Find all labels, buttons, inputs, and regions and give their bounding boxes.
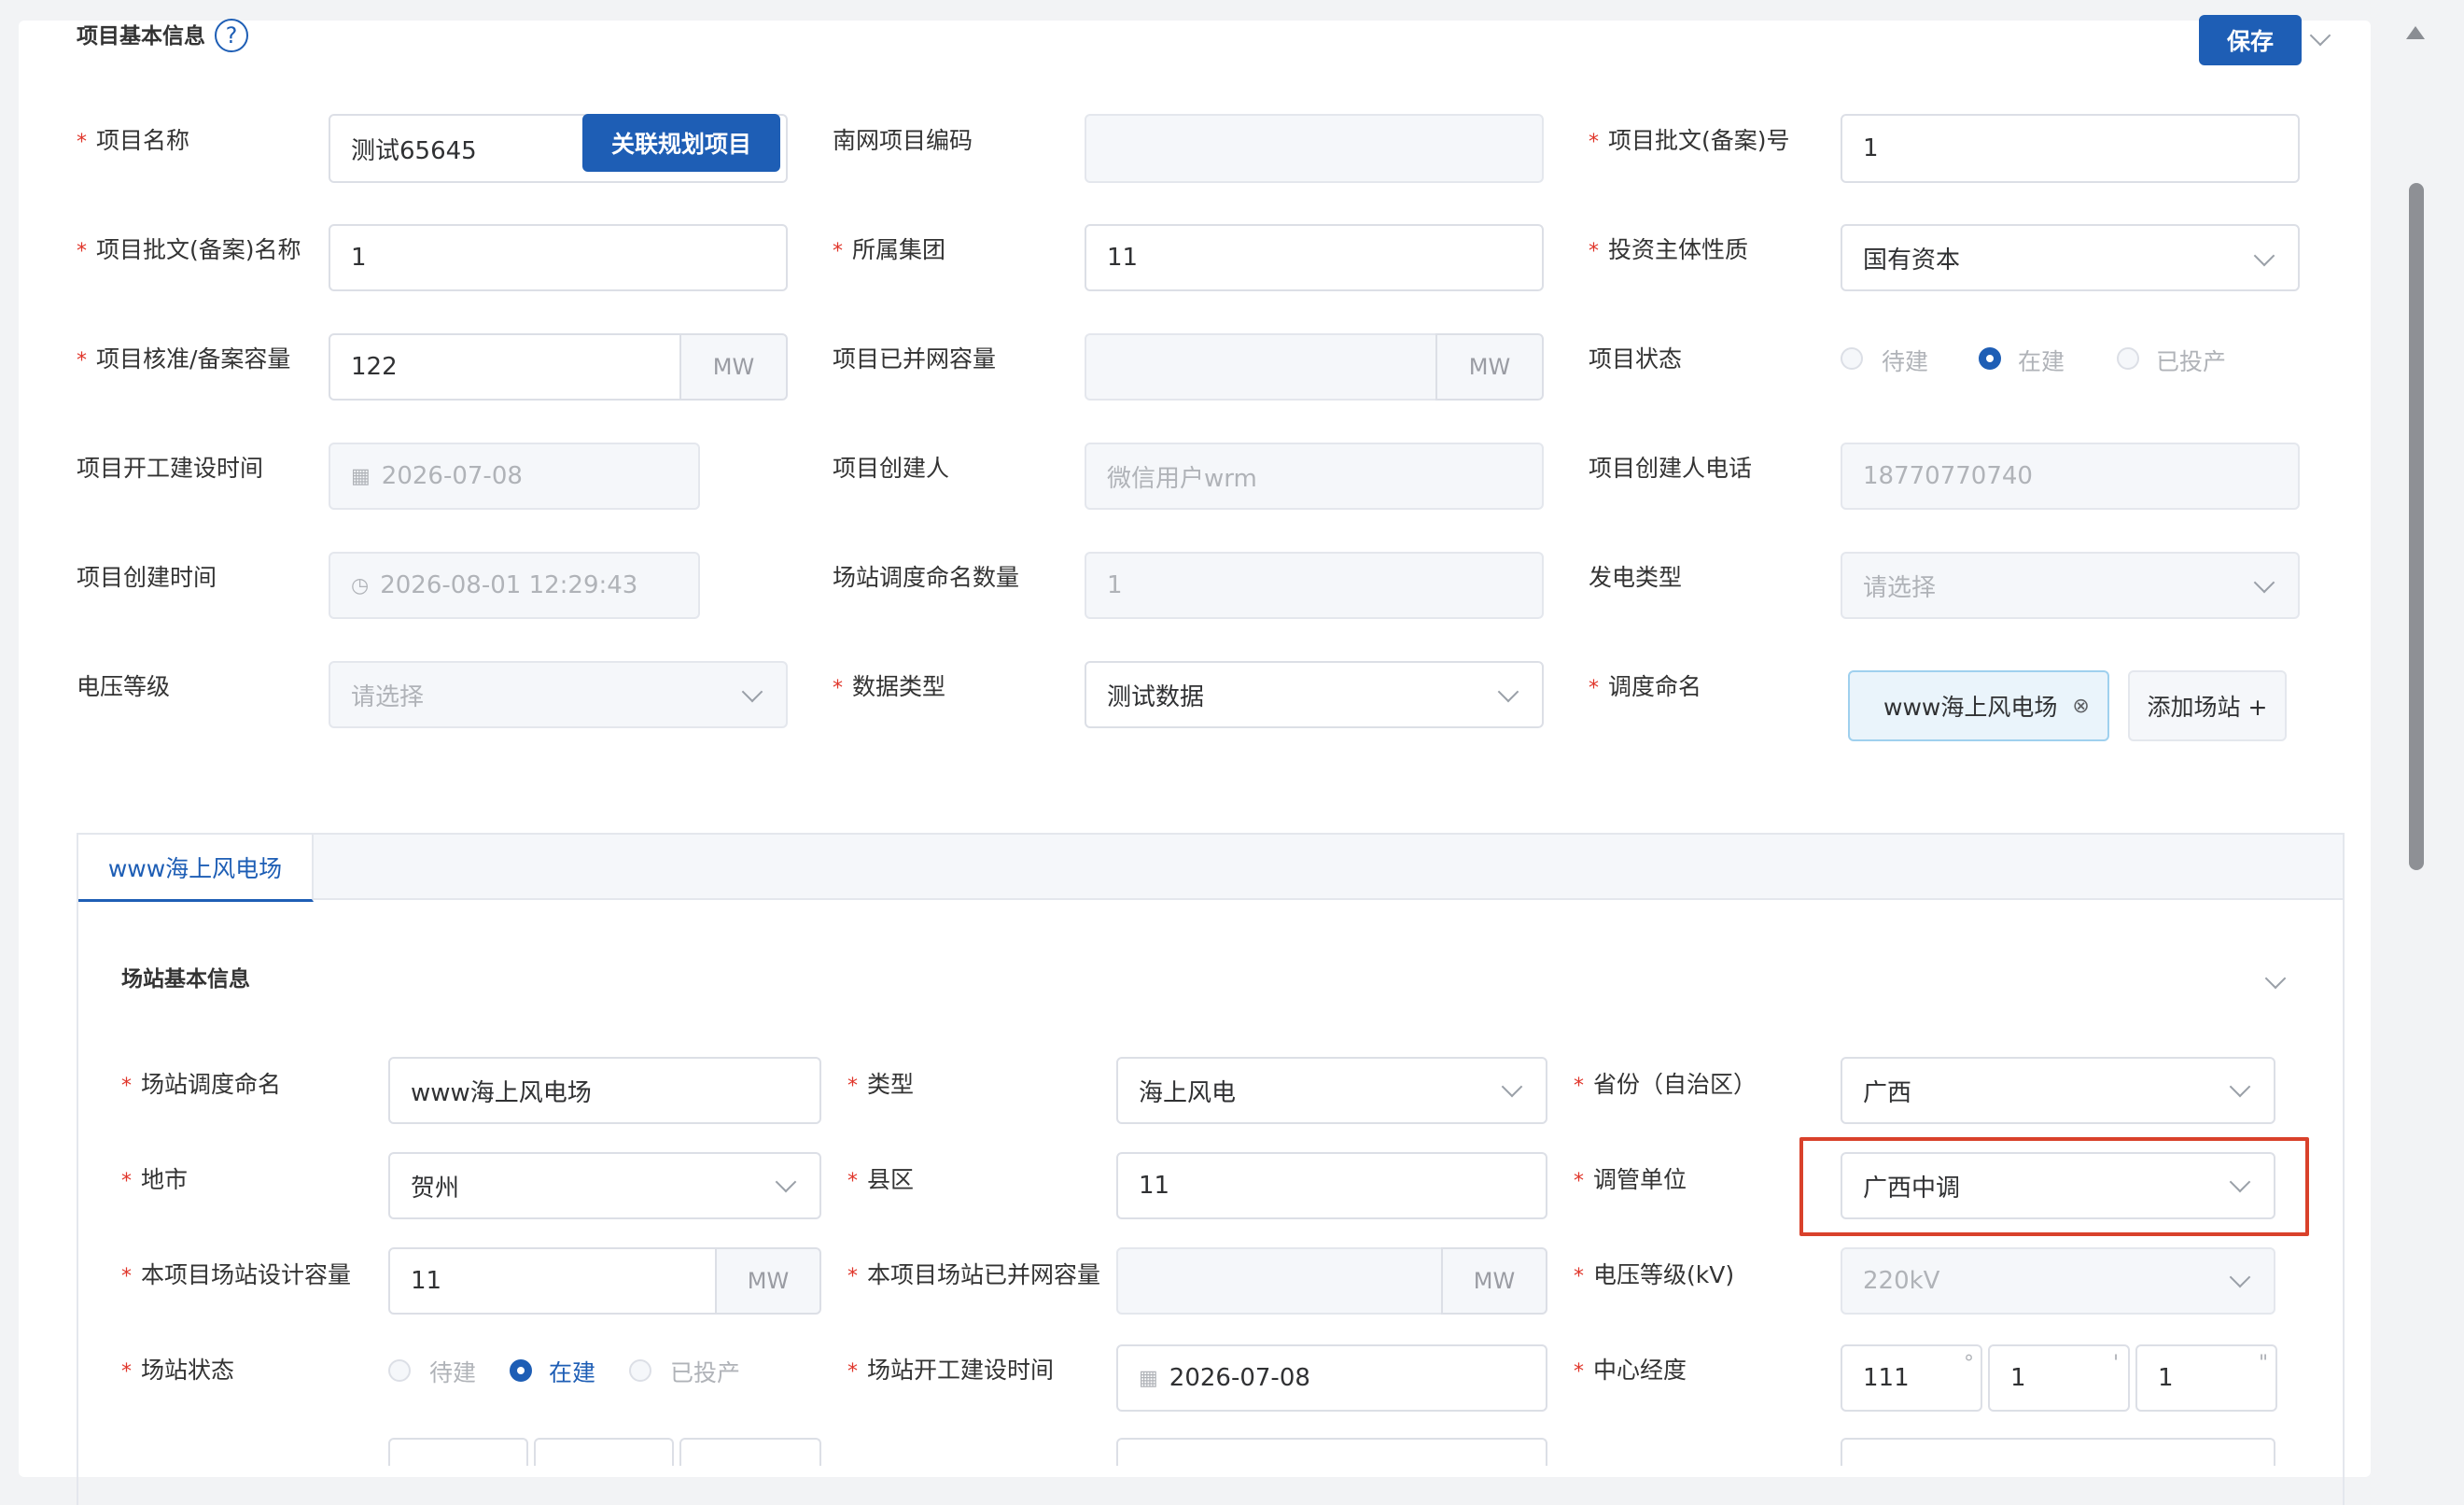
- longitude-sec-input[interactable]: 1: [2135, 1344, 2277, 1412]
- creator-phone-label: 项目创建人电话: [1589, 455, 1753, 482]
- capacity-label: * 项目核准/备案容量: [77, 345, 291, 373]
- status-label-pending: 待建: [1882, 348, 1929, 375]
- station-start-time-label: * 场站开工建设时间: [847, 1357, 1055, 1384]
- close-circle-icon[interactable]: ⊗: [2072, 695, 2089, 718]
- project-name-label: * 项目名称: [77, 127, 190, 154]
- approval-name-label: * 项目批文(备案)名称: [77, 236, 301, 263]
- station-status-label: * 场站状态: [121, 1357, 235, 1384]
- station-grid-capacity-unit: MW: [1441, 1247, 1547, 1315]
- status-radio-operating: [2117, 347, 2139, 370]
- capacity-input[interactable]: 122: [329, 333, 681, 401]
- section-title-project: 项目基本信息: [77, 24, 205, 49]
- start-time-input: ▦ 2026-07-08: [329, 443, 700, 510]
- gen-type-select: 请选择: [1841, 552, 2300, 619]
- gen-type-label: 发电类型: [1589, 564, 1683, 591]
- grid-capacity-input: [1085, 333, 1437, 401]
- station-type-select[interactable]: 海上风电: [1116, 1057, 1547, 1124]
- station-status-radio-operating[interactable]: [629, 1359, 651, 1382]
- approval-name-input[interactable]: 1: [329, 224, 788, 291]
- station-grid-capacity-input: [1116, 1247, 1443, 1315]
- county-label: * 县区: [847, 1166, 915, 1193]
- group-label: * 所属集团: [833, 236, 946, 263]
- creator-phone-input: 18770770740: [1841, 443, 2300, 510]
- data-type-select[interactable]: 测试数据: [1085, 661, 1544, 728]
- voltage-label: 电压等级: [77, 673, 171, 700]
- approval-no-label: * 项目批文(备案)号: [1589, 127, 1790, 154]
- station-voltage-select: 220kV: [1841, 1247, 2275, 1315]
- station-voltage-label: * 电压等级(kV): [1574, 1261, 1735, 1288]
- project-status-label: 项目状态: [1589, 345, 1683, 373]
- city-select[interactable]: 贺州: [388, 1152, 821, 1219]
- design-capacity-label: * 本项目场站设计容量: [121, 1261, 352, 1288]
- control-unit-label: * 调管单位: [1574, 1166, 1687, 1193]
- clock-icon: ◷: [351, 573, 370, 598]
- status-label-building: 在建: [2018, 348, 2065, 375]
- station-status-radio-building[interactable]: [510, 1359, 532, 1382]
- voltage-select: 请选择: [329, 661, 788, 728]
- station-start-time-input[interactable]: ▦ 2026-07-08: [1116, 1344, 1547, 1412]
- county-input[interactable]: 11: [1116, 1152, 1547, 1219]
- station-dispatch-name-label: * 场站调度命名: [121, 1071, 282, 1098]
- station-count-label: 场站调度命名数量: [833, 564, 1020, 591]
- grid-capacity-unit: MW: [1435, 333, 1544, 401]
- group-input[interactable]: 11: [1085, 224, 1544, 291]
- approval-no-input[interactable]: 1: [1841, 114, 2300, 183]
- nanwang-code-label: 南网项目编码: [833, 127, 973, 154]
- minute-mark: ': [2113, 1352, 2120, 1375]
- status-radio-building: [1979, 347, 2001, 370]
- station-dispatch-name-input[interactable]: www海上风电场: [388, 1057, 821, 1124]
- station-status-label-operating: 已投产: [670, 1359, 741, 1386]
- longitude-deg-input[interactable]: 111: [1841, 1344, 1982, 1412]
- province-select[interactable]: 广西: [1841, 1057, 2275, 1124]
- dispatch-name-label: * 调度命名: [1589, 673, 1702, 700]
- next-row-input[interactable]: [1841, 1438, 2275, 1466]
- help-icon[interactable]: ?: [215, 19, 248, 52]
- grid-capacity-label: 项目已并网容量: [833, 345, 997, 373]
- second-mark: ": [2259, 1352, 2269, 1375]
- start-time-label: 项目开工建设时间: [77, 455, 264, 482]
- scrollbar-thumb[interactable]: [2409, 183, 2424, 870]
- design-capacity-input[interactable]: 11: [388, 1247, 717, 1315]
- calendar-icon: ▦: [1139, 1366, 1158, 1390]
- creator-label: 项目创建人: [833, 455, 950, 482]
- degree-mark: °: [1964, 1352, 1974, 1375]
- save-button[interactable]: 保存: [2199, 15, 2302, 65]
- highlight-box: [1799, 1137, 2309, 1236]
- station-count-input: 1: [1085, 552, 1544, 619]
- nanwang-code-input: [1085, 114, 1544, 183]
- data-type-label: * 数据类型: [833, 673, 946, 700]
- next-row-input[interactable]: [679, 1438, 821, 1466]
- add-station-button[interactable]: 添加场站 +: [2128, 670, 2287, 741]
- station-type-label: * 类型: [847, 1071, 915, 1098]
- calendar-icon: ▦: [351, 464, 371, 488]
- status-label-operating: 已投产: [2156, 348, 2227, 375]
- section-title-station: 场站基本信息: [121, 967, 250, 992]
- province-label: * 省份（自治区）: [1574, 1071, 1757, 1098]
- station-status-radio-pending[interactable]: [388, 1359, 411, 1382]
- tabs-header: [78, 835, 2343, 900]
- next-row-input[interactable]: [1116, 1438, 1547, 1466]
- station-grid-capacity-label: * 本项目场站已并网容量: [847, 1261, 1101, 1288]
- status-radio-pending: [1841, 347, 1863, 370]
- dispatch-name-tag[interactable]: www海上风电场 ⊗: [1848, 670, 2109, 741]
- longitude-label: * 中心经度: [1574, 1357, 1687, 1384]
- station-status-label-pending: 待建: [429, 1359, 477, 1386]
- design-capacity-unit: MW: [715, 1247, 821, 1315]
- create-time-label: 项目创建时间: [77, 564, 217, 591]
- invest-nature-select[interactable]: 国有资本: [1841, 224, 2300, 291]
- tab-station[interactable]: www海上风电场: [78, 835, 314, 902]
- creator-input: 微信用户wrm: [1085, 443, 1544, 510]
- station-status-label-building: 在建: [549, 1359, 596, 1386]
- link-plan-project-button[interactable]: 关联规划项目: [582, 114, 780, 172]
- city-label: * 地市: [121, 1166, 189, 1193]
- next-row-input[interactable]: [534, 1438, 674, 1466]
- create-time-input: ◷ 2026-08-01 12:29:43: [329, 552, 700, 619]
- scroll-up-arrow-icon[interactable]: [2406, 26, 2425, 39]
- longitude-min-input[interactable]: 1: [1988, 1344, 2130, 1412]
- capacity-unit: MW: [679, 333, 788, 401]
- invest-nature-label: * 投资主体性质: [1589, 236, 1749, 263]
- next-row-input[interactable]: [388, 1438, 528, 1466]
